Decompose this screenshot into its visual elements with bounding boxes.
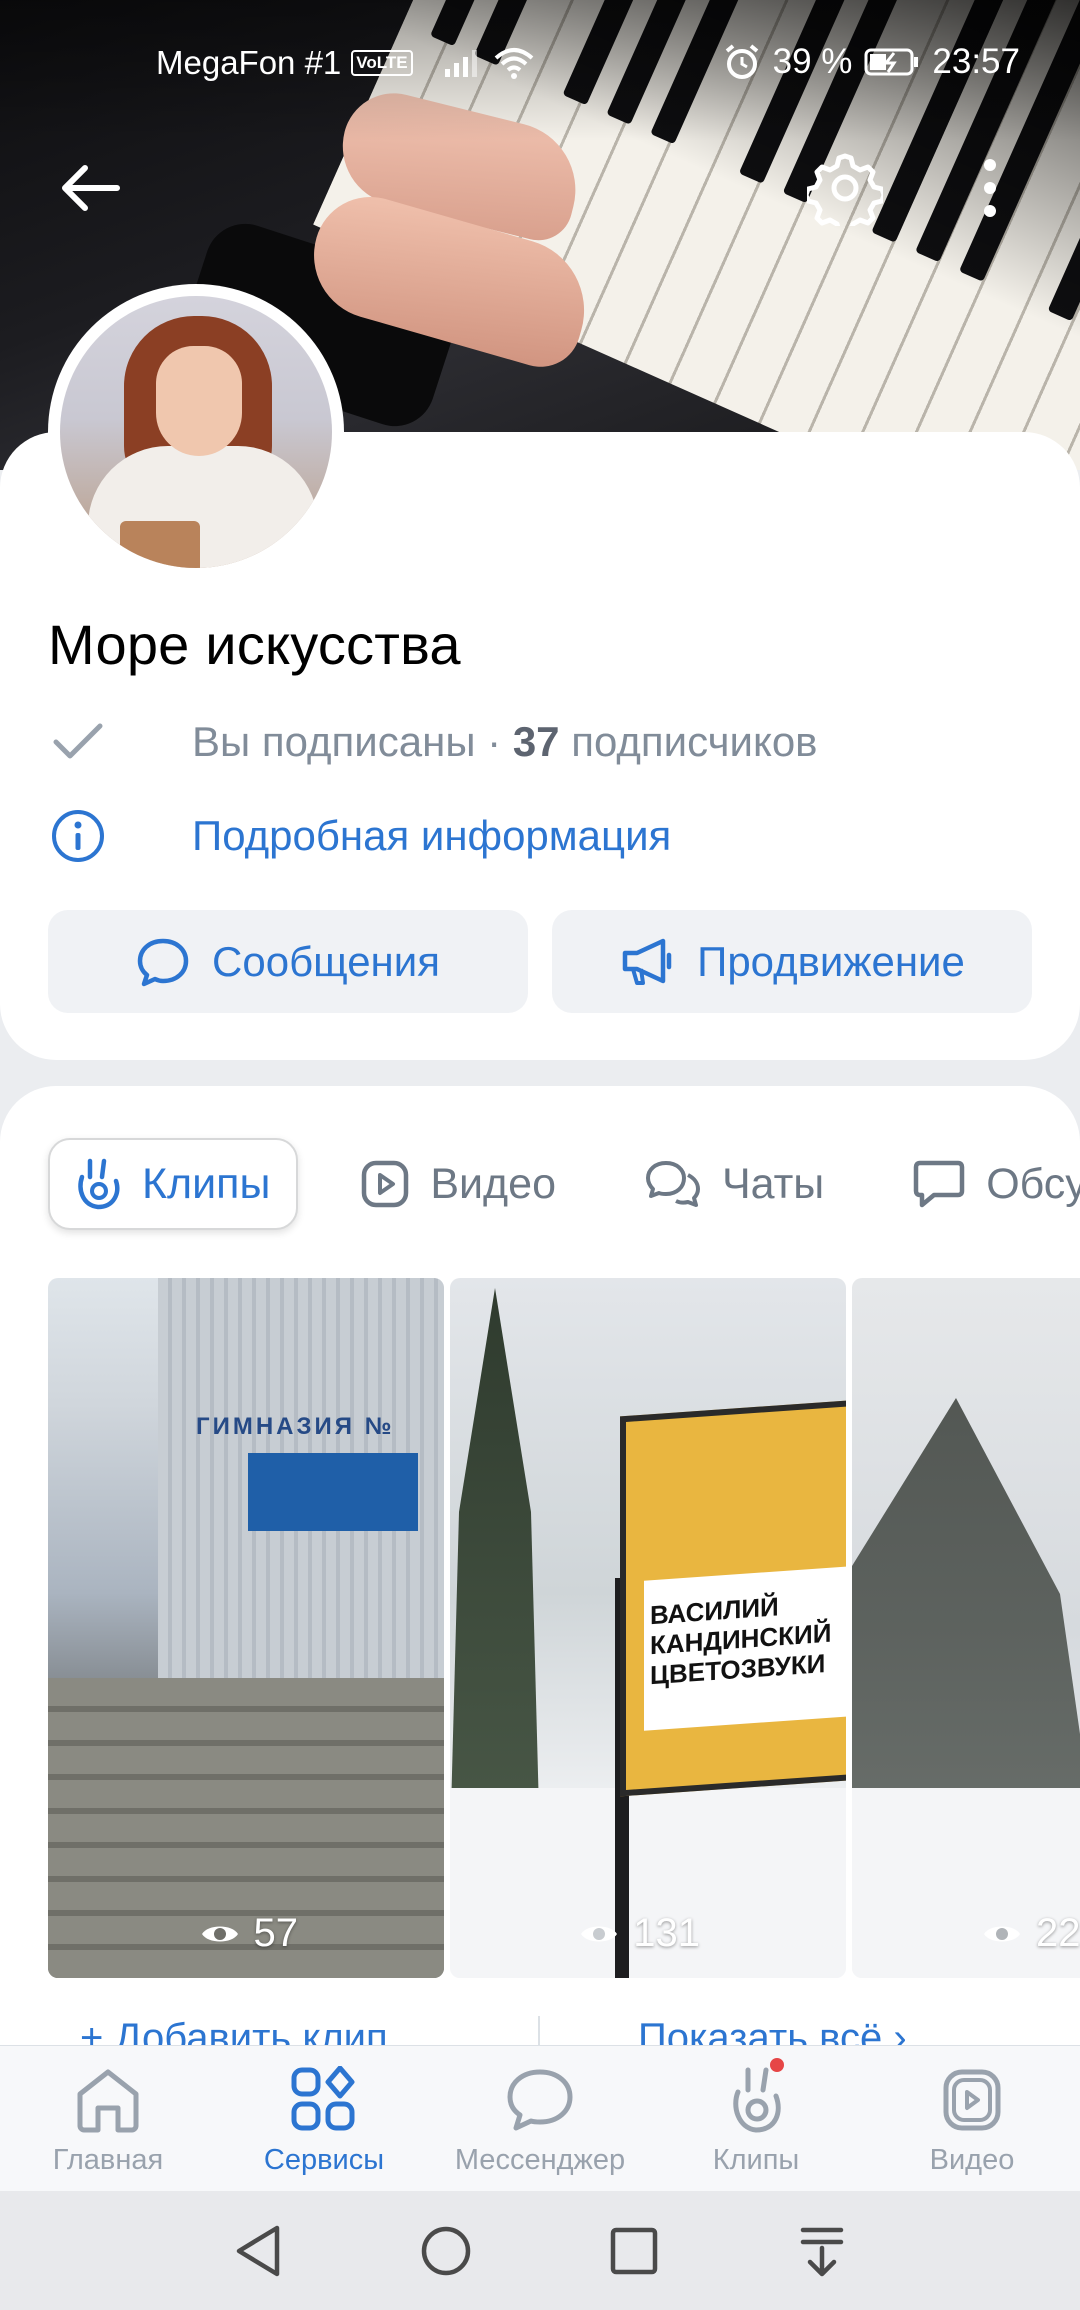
info-link-label: Подробная информация — [192, 812, 672, 859]
clip-views-count: 22 — [1036, 1911, 1080, 1955]
clip-views: 131 — [579, 1911, 700, 1956]
battery-icon — [864, 48, 919, 76]
battery-percent: 39 % — [772, 42, 853, 81]
content-tabs: Клипы Видео Чаты Обсу — [48, 1138, 1080, 1230]
info-link[interactable]: Подробная информация — [48, 806, 671, 866]
tab-discussions-label: Обсу — [986, 1159, 1080, 1208]
clip-views: 22 — [982, 1911, 1080, 1956]
subscribed-label: Вы подписаны · — [192, 718, 502, 765]
system-home-button[interactable] — [416, 2221, 476, 2281]
community-name: Море искусства — [48, 613, 461, 676]
more-vertical-icon — [984, 159, 996, 217]
tabbar-item-messenger[interactable]: Мессенджер — [432, 2046, 648, 2191]
content-card: Клипы Видео Чаты Обсу ГИМНАЗИЯ № 57 ВАСИ… — [0, 1086, 1080, 2136]
tab-chats-label: Чаты — [721, 1159, 825, 1208]
circle-home-icon — [421, 2226, 471, 2275]
bottom-tab-bar: Главная Сервисы Мессенджер Клипы Видео — [0, 2045, 1080, 2191]
promotion-button[interactable]: Продвижение — [552, 910, 1032, 1013]
clip-views-count: 57 — [253, 1911, 299, 1955]
eye-icon — [581, 1926, 618, 1941]
settings-button[interactable] — [797, 140, 893, 236]
clips-icon — [78, 1158, 120, 1210]
system-navigation-bar — [0, 2191, 1080, 2310]
square-recents-icon — [610, 2227, 658, 2274]
system-back-button[interactable] — [228, 2221, 288, 2281]
tabbar-services-label: Сервисы — [263, 2144, 385, 2176]
chats-icon — [645, 1161, 700, 1207]
messages-button[interactable]: Сообщения — [48, 910, 528, 1013]
tabbar-messenger-label: Мессенджер — [454, 2144, 626, 2176]
wifi-icon — [494, 48, 533, 79]
system-recents-button[interactable] — [604, 2221, 664, 2281]
discussion-icon — [913, 1160, 965, 1208]
arrow-left-icon — [62, 165, 120, 211]
video-icon — [943, 2069, 1001, 2131]
back-button[interactable] — [42, 140, 138, 236]
clip-views-count: 131 — [633, 1911, 700, 1955]
eye-icon — [984, 1926, 1020, 1941]
clip-scene-poster-title: ВАСИЛИЙ КАНДИНСКИЙ ЦВЕТОЗВУКИ — [650, 1591, 832, 1691]
gear-icon — [807, 153, 883, 226]
tabbar-home-label: Главная — [52, 2144, 164, 2176]
clip-thumbnail[interactable]: 22 — [852, 1278, 1080, 1978]
clock: 23:57 — [932, 42, 1020, 81]
status-bar: MegaFon #1 VoLTE 39 % 23:57 — [0, 0, 1080, 120]
services-icon — [291, 2066, 355, 2131]
clip-thumbnail[interactable]: ВАСИЛИЙ КАНДИНСКИЙ ЦВЕТОЗВУКИ 131 — [450, 1278, 846, 1978]
subscription-row[interactable]: Вы подписаны · 37 подписчиков — [48, 712, 818, 772]
tabbar-item-clips[interactable]: Клипы — [648, 2046, 864, 2191]
messages-button-label: Сообщения — [212, 937, 440, 985]
triangle-back-icon — [236, 2225, 280, 2276]
play-icon — [362, 1160, 409, 1208]
tab-discussions[interactable]: Обсу — [886, 1138, 1080, 1230]
subscribers-count: 37 — [512, 718, 560, 765]
promotion-button-label: Продвижение — [697, 937, 965, 985]
pull-down-icon — [800, 2227, 844, 2276]
info-icon — [52, 810, 104, 862]
tab-chats[interactable]: Чаты — [618, 1138, 850, 1230]
system-notifications-button[interactable] — [792, 2221, 852, 2281]
subscribers-label: подписчиков — [571, 718, 818, 765]
tabbar-video-label: Видео — [929, 2144, 1015, 2176]
tab-clips-label: Клипы — [142, 1159, 271, 1208]
more-button[interactable] — [942, 140, 1038, 236]
tabbar-item-video[interactable]: Видео — [864, 2046, 1080, 2191]
megaphone-icon — [622, 938, 672, 985]
avatar[interactable] — [48, 284, 344, 580]
signal-icon — [444, 50, 477, 77]
message-bubble-icon — [137, 938, 189, 986]
carrier-name: MegaFon #1 — [156, 44, 342, 81]
messenger-icon — [507, 2069, 573, 2131]
check-icon — [53, 723, 103, 759]
eye-icon — [201, 1926, 238, 1941]
volte-badge: VoLTE — [351, 50, 413, 76]
home-icon — [77, 2069, 139, 2133]
clip-thumbnail[interactable]: ГИМНАЗИЯ № 57 — [48, 1278, 444, 1978]
clip-scene-school-sign: ГИМНАЗИЯ № — [196, 1413, 395, 1440]
clip-views: 57 — [200, 1911, 299, 1956]
tab-video-label: Видео — [430, 1159, 556, 1208]
clips-icon — [733, 2067, 781, 2133]
tab-video[interactable]: Видео — [334, 1138, 582, 1230]
tabbar-item-services[interactable]: Сервисы — [216, 2046, 432, 2191]
alarm-icon — [725, 44, 758, 79]
tabbar-item-home[interactable]: Главная — [0, 2046, 216, 2191]
tabbar-clips-label: Клипы — [712, 2144, 800, 2176]
tab-clips[interactable]: Клипы — [48, 1138, 299, 1230]
notification-badge — [768, 2056, 786, 2074]
